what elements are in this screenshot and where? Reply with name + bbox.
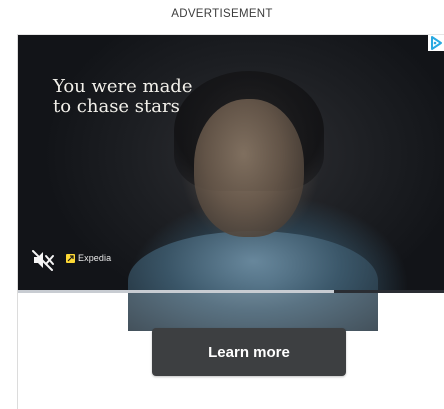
adchoices-icon [431, 36, 442, 50]
adchoices-button[interactable] [428, 35, 444, 51]
video-progress-bar[interactable] [18, 290, 444, 293]
ad-video[interactable]: You were made to chase stars Expedia [18, 35, 444, 331]
learn-more-button[interactable]: Learn more [152, 328, 346, 376]
ad-headline: You were made to chase stars [53, 76, 193, 117]
video-progress-fill [18, 290, 334, 293]
ad-unit: You were made to chase stars Expedia Lea… [17, 34, 444, 409]
brand-name: Expedia [78, 253, 112, 263]
video-figure-face [194, 99, 304, 237]
advertisement-label: ADVERTISEMENT [171, 8, 273, 20]
expedia-logo-icon [66, 253, 75, 263]
video-figure-shoulders [128, 231, 378, 331]
brand-badge: Expedia [66, 253, 111, 263]
mute-button[interactable] [32, 249, 56, 271]
speaker-muted-icon [32, 250, 54, 271]
